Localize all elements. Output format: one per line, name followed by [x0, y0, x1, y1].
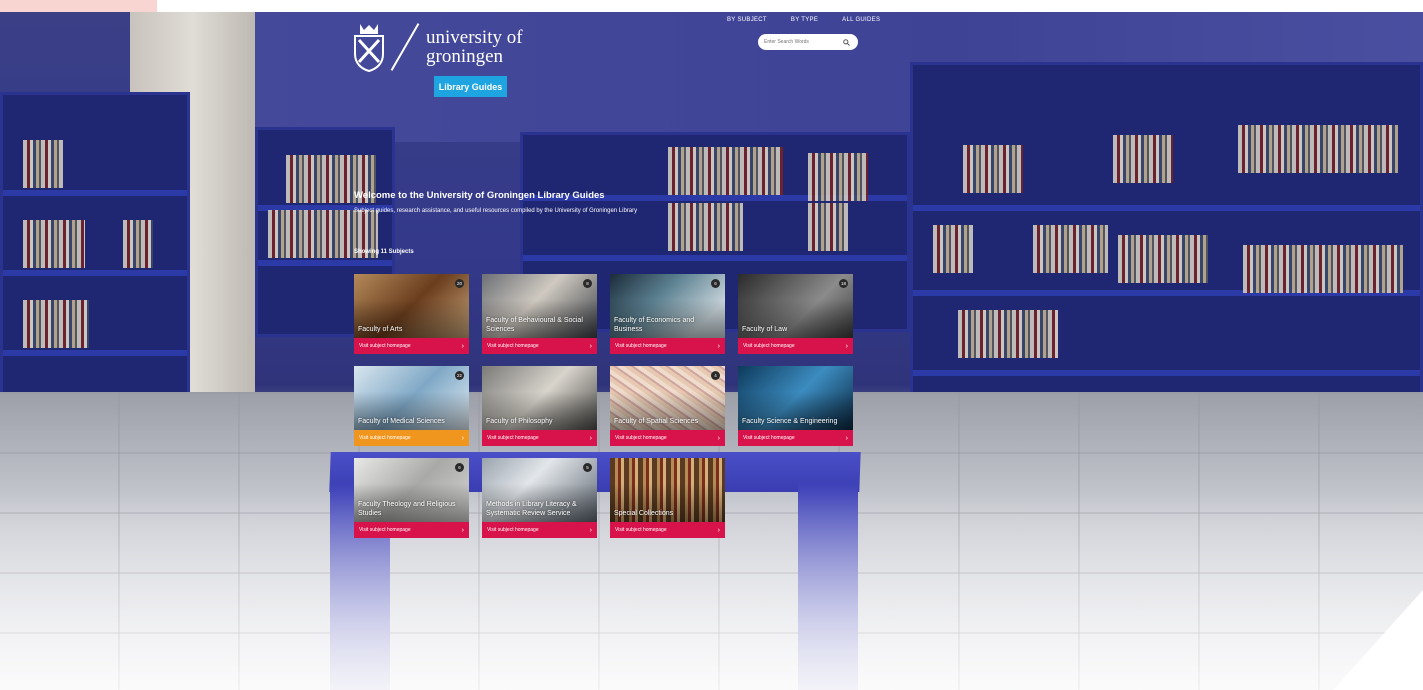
chevron-right-icon: ›	[717, 434, 720, 442]
subject-card-title: Special Collections	[614, 510, 674, 517]
university-logo[interactable]: university of groningen	[352, 20, 523, 74]
library-guides-button[interactable]: Library Guides	[434, 76, 507, 97]
visit-subject-homepage-label: Visit subject homepage	[743, 343, 795, 349]
subject-card[interactable]: 5 Methods in Library Literacy & Systemati…	[482, 458, 597, 538]
guide-count-badge: 5	[583, 463, 592, 472]
subject-card[interactable]: 4 Faculty of Spatial Sciences Visit subjec…	[610, 366, 725, 446]
visit-subject-homepage-link[interactable]: Visit subject homepage ›	[610, 338, 725, 354]
guide-count-badge: 20	[454, 279, 464, 288]
subject-card[interactable]: 6 Faculty Theology and Religious Studies V…	[354, 458, 469, 538]
nav-all-guides[interactable]: ALL GUIDES	[842, 17, 880, 23]
result-count: Showing 11 Subjects	[354, 249, 414, 255]
subject-card-title: Methods in Library Literacy & Systematic…	[486, 501, 577, 517]
visit-subject-homepage-label: Visit subject homepage	[615, 435, 667, 441]
visit-subject-homepage-label: Visit subject homepage	[743, 435, 795, 441]
guide-count-badge: 6	[455, 463, 464, 472]
visit-subject-homepage-link[interactable]: Visit subject homepage ›	[610, 430, 725, 446]
subject-card-title: Faculty Science & Engineering	[742, 418, 838, 425]
visit-subject-homepage-label: Visit subject homepage	[359, 527, 411, 533]
search-input[interactable]	[764, 39, 842, 45]
guide-count-badge: 6	[711, 279, 720, 288]
visit-subject-homepage-label: Visit subject homepage	[615, 527, 667, 533]
nav-by-type[interactable]: BY TYPE	[791, 17, 818, 23]
visit-subject-homepage-link[interactable]: Visit subject homepage ›	[738, 338, 853, 354]
chevron-right-icon: ›	[845, 434, 848, 442]
visit-subject-homepage-label: Visit subject homepage	[487, 343, 539, 349]
university-name: university of groningen	[426, 28, 523, 66]
subject-grid: 20 Faculty of Arts Visit subject homepage ›…	[354, 274, 853, 538]
bookshelf-left	[0, 92, 190, 412]
search-box	[758, 34, 858, 50]
corner-decoration	[0, 0, 157, 12]
subject-card-title: Faculty of Spatial Sciences	[614, 418, 699, 425]
university-name-line2: groningen	[426, 46, 504, 67]
subject-card-title: Faculty Theology and Religious Studies	[358, 501, 456, 517]
subject-card[interactable]: Faculty Science & Engineering Visit subje…	[738, 366, 853, 446]
visit-subject-homepage-link[interactable]: Visit subject homepage ›	[482, 522, 597, 538]
subject-card[interactable]: Faculty of Philosophy Visit subject homep…	[482, 366, 597, 446]
visit-subject-homepage-label: Visit subject homepage	[359, 343, 411, 349]
subject-card[interactable]: 18 Faculty of Law Visit subject homepage ›	[738, 274, 853, 354]
subject-card[interactable]: 22 Faculty of Medical Sciences Visit subje…	[354, 366, 469, 446]
subject-card-title: Faculty of Philosophy	[486, 418, 553, 425]
subject-card-title: Faculty of Law	[742, 326, 788, 333]
guide-count-badge: 18	[838, 279, 848, 288]
chevron-right-icon: ›	[461, 342, 464, 350]
page-title: Welcome to the University of Groningen L…	[354, 190, 605, 201]
visit-subject-homepage-link[interactable]: Visit subject homepage ›	[354, 338, 469, 354]
crest-icon	[352, 22, 386, 72]
chevron-right-icon: ›	[589, 526, 592, 534]
visit-subject-homepage-link[interactable]: Visit subject homepage ›	[738, 430, 853, 446]
visit-subject-homepage-link[interactable]: Visit subject homepage ›	[482, 338, 597, 354]
subject-card[interactable]: 20 Faculty of Arts Visit subject homepage ›	[354, 274, 469, 354]
subject-card[interactable]: Special Collections Visit subject homepag…	[610, 458, 725, 538]
chevron-right-icon: ›	[461, 434, 464, 442]
chevron-right-icon: ›	[589, 342, 592, 350]
page-subtitle: Subject guides, research assistance, and…	[354, 208, 638, 214]
subject-card[interactable]: 8 Faculty of Behavioural & Social Science…	[482, 274, 597, 354]
visit-subject-homepage-link[interactable]: Visit subject homepage ›	[354, 522, 469, 538]
visit-subject-homepage-label: Visit subject homepage	[615, 343, 667, 349]
chevron-right-icon: ›	[845, 342, 848, 350]
subject-card-title: Faculty of Arts	[358, 326, 403, 333]
visit-subject-homepage-link[interactable]: Visit subject homepage ›	[354, 430, 469, 446]
visit-subject-homepage-label: Visit subject homepage	[487, 527, 539, 533]
subject-card[interactable]: 6 Faculty of Economics and Business Visit …	[610, 274, 725, 354]
chevron-right-icon: ›	[717, 526, 720, 534]
chevron-right-icon: ›	[589, 434, 592, 442]
chevron-right-icon: ›	[461, 526, 464, 534]
visit-subject-homepage-label: Visit subject homepage	[487, 435, 539, 441]
subject-card-title: Faculty of Behavioural & Social Sciences	[486, 317, 583, 333]
guide-count-badge: 4	[711, 371, 720, 380]
subject-card-title: Faculty of Economics and Business	[614, 317, 695, 333]
nav-by-subject[interactable]: BY SUBJECT	[727, 17, 767, 23]
chevron-right-icon: ›	[717, 342, 720, 350]
visit-subject-homepage-link[interactable]: Visit subject homepage ›	[610, 522, 725, 538]
guide-count-badge: 8	[583, 279, 592, 288]
logo-divider	[390, 23, 420, 71]
university-name-line1: university of	[426, 27, 523, 48]
guide-count-badge: 22	[454, 371, 464, 380]
visit-subject-homepage-label: Visit subject homepage	[359, 435, 411, 441]
visit-subject-homepage-link[interactable]: Visit subject homepage ›	[482, 430, 597, 446]
search-icon[interactable]	[842, 38, 850, 46]
top-navigation: BY SUBJECT BY TYPE ALL GUIDES	[727, 17, 880, 23]
subject-card-title: Faculty of Medical Sciences	[358, 418, 445, 425]
